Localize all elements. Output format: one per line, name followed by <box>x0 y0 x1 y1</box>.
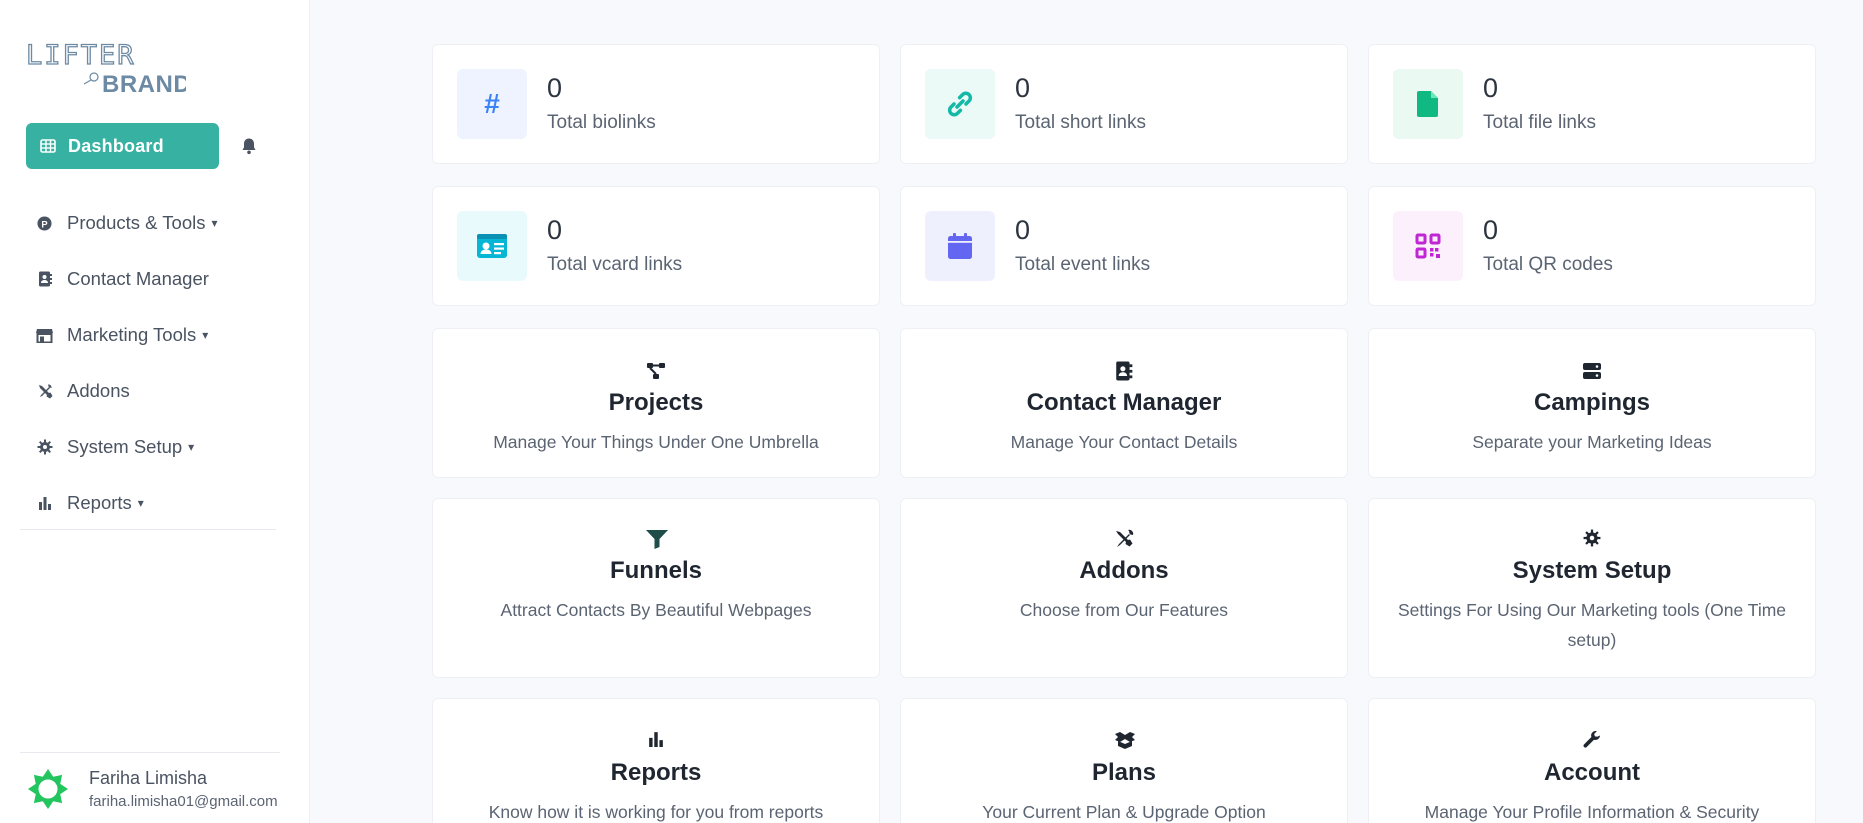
sidebar-item-contact-manager[interactable]: Contact Manager <box>36 251 276 307</box>
stat-label: Total QR codes <box>1483 253 1613 275</box>
stat-card-vcard-links[interactable]: 0 Total vcard links <box>432 186 880 306</box>
link-icon <box>925 69 995 139</box>
feature-card-addons[interactable]: Addons Choose from Our Features <box>900 498 1348 678</box>
sidebar-item-reports[interactable]: Reports ▾ <box>36 475 276 531</box>
bar-chart-icon <box>36 495 53 512</box>
stat-value: 0 <box>547 214 563 245</box>
feature-title: System Setup <box>1512 557 1672 584</box>
feature-title: Account <box>1544 759 1640 786</box>
feature-card-reports[interactable]: Reports Know how it is working for you f… <box>432 698 880 823</box>
stat-label: Total event links <box>1015 253 1151 275</box>
feature-title: Projects <box>608 389 704 416</box>
feature-desc: Your Current Plan & Upgrade Option <box>982 802 1266 822</box>
feature-card-campings[interactable]: Campings Separate your Marketing Ideas <box>1368 328 1816 478</box>
user-name: Fariha Limisha <box>89 767 208 788</box>
feature-card-plans[interactable]: Plans Your Current Plan & Upgrade Option <box>900 698 1348 823</box>
svg-text:P: P <box>41 219 47 229</box>
feature-title: Contact Manager <box>1026 389 1222 416</box>
feature-card-funnels[interactable]: Funnels Attract Contacts By Beautiful We… <box>432 498 880 678</box>
feature-card-projects[interactable]: Projects Manage Your Things Under One Um… <box>432 328 880 478</box>
box-icon <box>1114 731 1135 751</box>
dashboard-button[interactable]: Dashboard <box>26 123 219 169</box>
stat-card-biolinks[interactable]: # 0 Total biolinks <box>432 44 880 164</box>
brand-logo[interactable]: LIFTER BRAND <box>26 40 186 94</box>
feature-desc: Attract Contacts By Beautiful Webpages <box>500 600 812 620</box>
feature-card-system-setup[interactable]: System Setup Settings For Using Our Mark… <box>1368 498 1816 678</box>
gear-icon <box>36 439 53 456</box>
product-icon: P <box>36 215 53 232</box>
address-book-icon <box>36 271 53 288</box>
svg-text:LIFTER: LIFTER <box>26 40 136 71</box>
funnel-icon <box>646 529 668 549</box>
feature-desc: Know how it is working for you from repo… <box>488 802 824 822</box>
user-email: fariha.limisha01@gmail.com <box>89 792 278 810</box>
feature-desc: Manage Your Profile Information & Securi… <box>1424 802 1760 822</box>
sidebar-item-label: System Setup <box>67 436 183 457</box>
sidebar-item-label: Reports <box>67 492 132 513</box>
stat-value: 0 <box>1483 72 1499 103</box>
chevron-down-icon: ▾ <box>211 216 218 230</box>
sidebar-item-label: Products & Tools <box>67 212 206 233</box>
user-profile[interactable]: Fariha Limisha fariha.limisha01@gmail.co… <box>20 752 280 818</box>
sidebar-item-label: Marketing Tools <box>67 324 197 345</box>
sidebar-item-products-tools[interactable]: P Products & Tools ▾ <box>36 195 276 251</box>
tools-icon <box>36 383 53 400</box>
feature-desc: Settings For Using Our Marketing tools (… <box>1397 600 1787 650</box>
server-icon <box>1582 361 1602 381</box>
chevron-down-icon: ▾ <box>202 328 209 342</box>
chevron-down-icon: ▾ <box>137 496 144 510</box>
feature-card-contact-manager[interactable]: Contact Manager Manage Your Contact Deta… <box>900 328 1348 478</box>
stat-value: 0 <box>1015 72 1031 103</box>
sidebar-divider <box>20 529 276 530</box>
calendar-icon <box>925 211 995 281</box>
sidebar-nav: P Products & Tools ▾ Contact Manager Mar… <box>36 195 276 531</box>
sidebar-item-marketing-tools[interactable]: Marketing Tools ▾ <box>36 307 276 363</box>
table-icon <box>40 138 56 154</box>
stat-label: Total file links <box>1483 111 1596 133</box>
feature-title: Funnels <box>609 557 702 584</box>
chevron-down-icon: ▾ <box>188 440 195 454</box>
sidebar-item-label: Addons <box>67 380 130 401</box>
feature-card-account[interactable]: Account Manage Your Profile Information … <box>1368 698 1816 823</box>
feature-desc: Separate your Marketing Ideas <box>1472 432 1712 452</box>
sidebar: LIFTER BRAND Dashboard P Products & Tool… <box>0 0 310 823</box>
bar-chart-icon <box>646 731 666 751</box>
id-card-icon <box>457 211 527 281</box>
dashboard-label: Dashboard <box>68 135 164 156</box>
feature-title: Reports <box>610 759 702 786</box>
svg-text:BRAND: BRAND <box>102 71 186 94</box>
file-icon <box>1393 69 1463 139</box>
stat-value: 0 <box>1483 214 1499 245</box>
feature-title: Addons <box>1079 557 1169 584</box>
address-book-icon <box>1114 361 1134 381</box>
sidebar-item-system-setup[interactable]: System Setup ▾ <box>36 419 276 475</box>
tools-icon <box>1114 529 1134 549</box>
stat-label: Total vcard links <box>547 253 683 275</box>
stat-card-event-links[interactable]: 0 Total event links <box>900 186 1348 306</box>
stat-label: Total short links <box>1015 111 1146 133</box>
project-diagram-icon <box>646 361 666 381</box>
stat-card-short-links[interactable]: 0 Total short links <box>900 44 1348 164</box>
sidebar-item-label: Contact Manager <box>67 268 209 289</box>
stat-value: 0 <box>547 72 563 103</box>
stat-value: 0 <box>1015 214 1031 245</box>
qr-code-icon <box>1393 211 1463 281</box>
wrench-icon <box>1582 731 1602 751</box>
stat-label: Total biolinks <box>547 111 656 133</box>
feature-title: Plans <box>1091 759 1157 786</box>
bell-icon[interactable] <box>239 136 259 156</box>
feature-desc: Manage Your Things Under One Umbrella <box>493 432 819 452</box>
feature-desc: Manage Your Contact Details <box>1010 432 1238 452</box>
stat-card-qr-codes[interactable]: 0 Total QR codes <box>1368 186 1816 306</box>
stat-card-file-links[interactable]: 0 Total file links <box>1368 44 1816 164</box>
hash-icon: # <box>457 69 527 139</box>
feature-desc: Choose from Our Features <box>1019 600 1229 620</box>
feature-title: Campings <box>1533 389 1650 416</box>
sidebar-item-addons[interactable]: Addons <box>36 363 276 419</box>
gear-icon <box>1582 529 1602 549</box>
store-icon <box>36 327 53 344</box>
avatar <box>25 766 71 812</box>
